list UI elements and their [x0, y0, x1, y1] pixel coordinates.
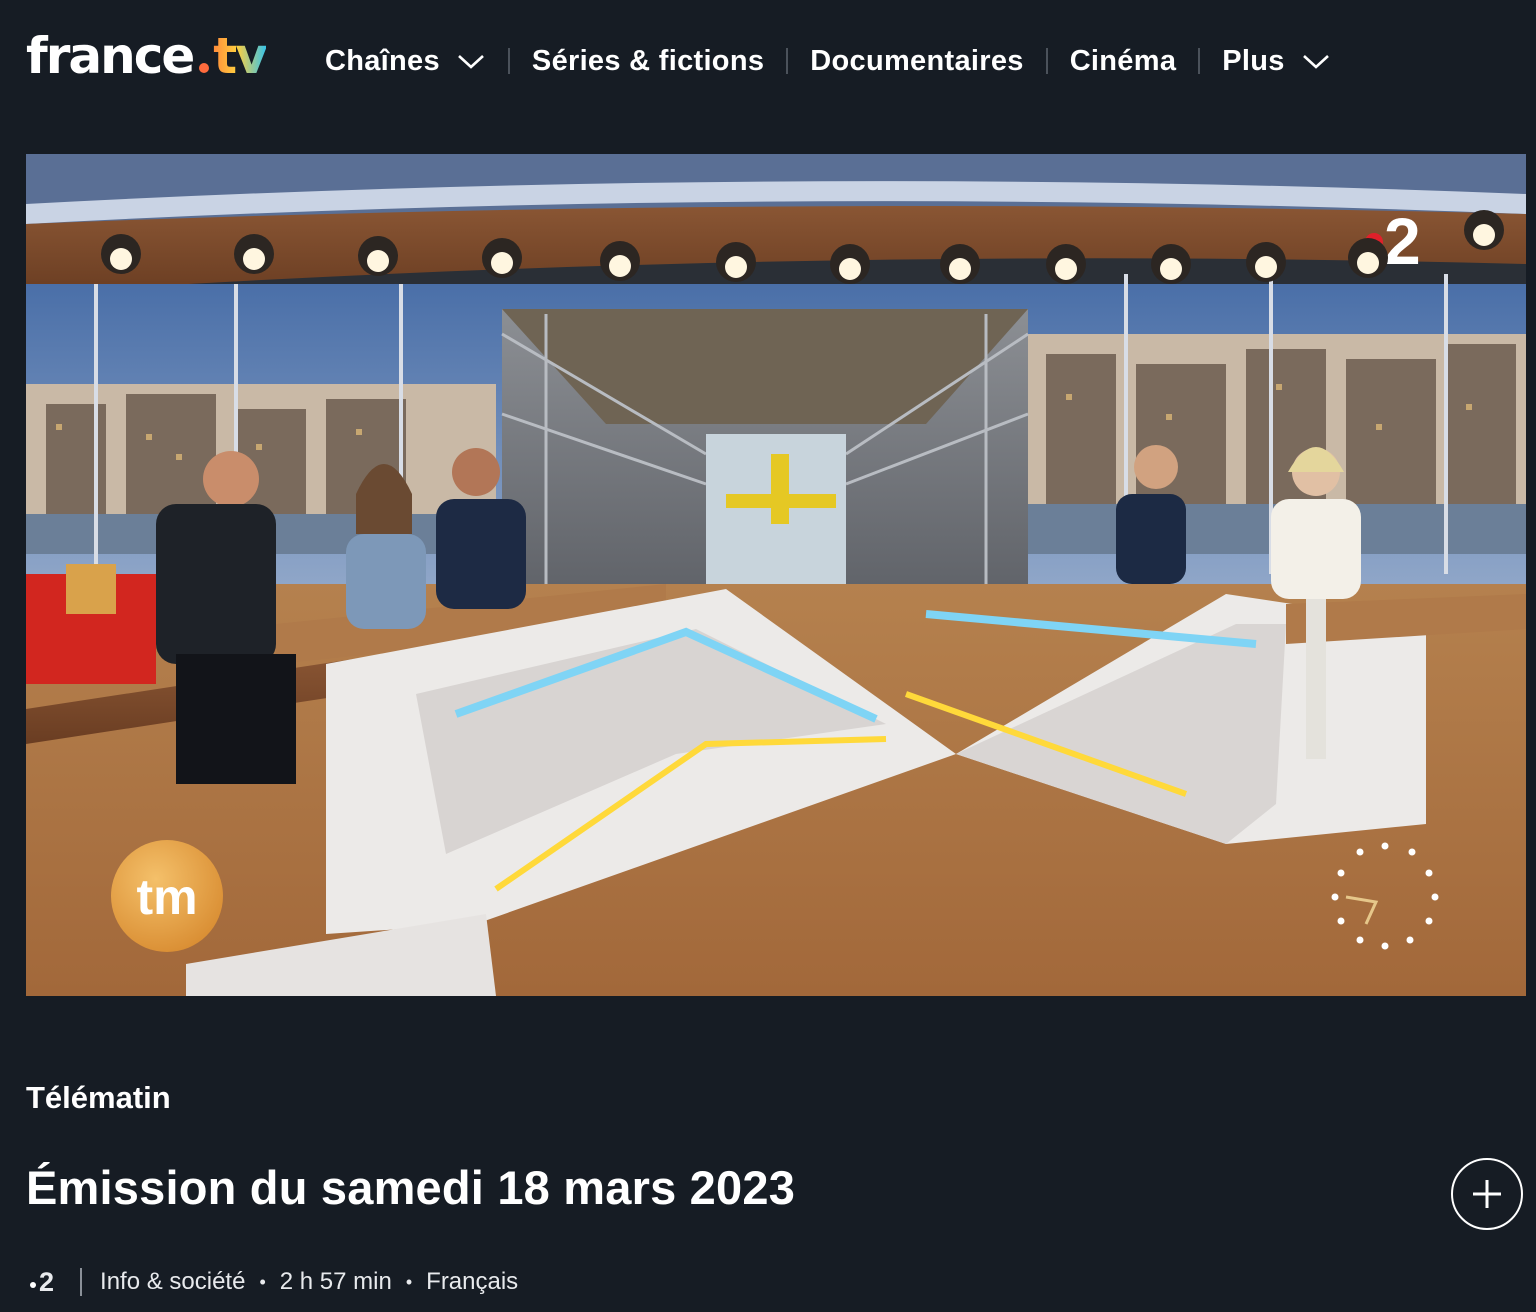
logo-suffix: tv — [213, 27, 267, 85]
nav-item-chaines[interactable]: Chaînes — [325, 45, 486, 78]
nav-item-plus[interactable]: Plus — [1222, 45, 1330, 78]
video-player[interactable]: 2 tm — [26, 154, 1526, 996]
nav-item-label: Chaînes — [325, 44, 440, 77]
add-to-list-button[interactable] — [1451, 1158, 1523, 1230]
channel-logo: 2 — [30, 1267, 54, 1298]
nav-divider — [507, 48, 510, 74]
telematin-logo-text: tm — [136, 869, 197, 925]
video-frame: 2 tm — [26, 154, 1526, 996]
episode-title: Émission du samedi 18 mars 2023 — [26, 1161, 796, 1214]
nav-item-label: Plus — [1222, 44, 1285, 77]
program-meta: 2 Info & société • 2 h 57 min • Français — [30, 1262, 518, 1302]
nav-item-cinema[interactable]: Cinéma — [1070, 45, 1177, 78]
nav-divider — [1198, 48, 1201, 74]
nav-item-label: Séries & fictions — [531, 44, 765, 77]
chevron-down-icon — [458, 55, 484, 69]
site-header: france tv Chaînes Séries & fictions Docu… — [0, 0, 1536, 125]
nav-item-series-fictions[interactable]: Séries & fictions — [532, 45, 764, 78]
channel-number: 2 — [39, 1266, 55, 1297]
meta-bullet: • — [259, 1271, 266, 1292]
nav-divider — [786, 48, 789, 74]
nav-divider — [1045, 48, 1048, 74]
nav-item-documentaires[interactable]: Documentaires — [810, 45, 1023, 78]
nav-item-label: Documentaires — [810, 44, 1024, 77]
show-title[interactable]: Télématin — [26, 1080, 171, 1116]
meta-divider — [80, 1268, 83, 1296]
genre-label: Info & société — [100, 1268, 246, 1295]
channel-logo-dot — [30, 1282, 36, 1288]
language-label: Français — [426, 1268, 519, 1295]
meta-bullet: • — [405, 1271, 413, 1292]
telematin-logo: tm — [111, 840, 223, 952]
duration-label: 2 h 57 min — [279, 1268, 392, 1295]
plus-icon — [1473, 1180, 1501, 1208]
chevron-down-icon — [1302, 55, 1329, 69]
main-nav: Chaînes Séries & fictions Documentaires … — [325, 38, 1331, 84]
francetv-logo[interactable]: france tv — [26, 26, 268, 86]
logo-dot — [199, 63, 210, 73]
nav-item-label: Cinéma — [1069, 44, 1177, 77]
logo-word: france — [26, 27, 195, 85]
channel-bug: 2 — [1384, 204, 1421, 278]
